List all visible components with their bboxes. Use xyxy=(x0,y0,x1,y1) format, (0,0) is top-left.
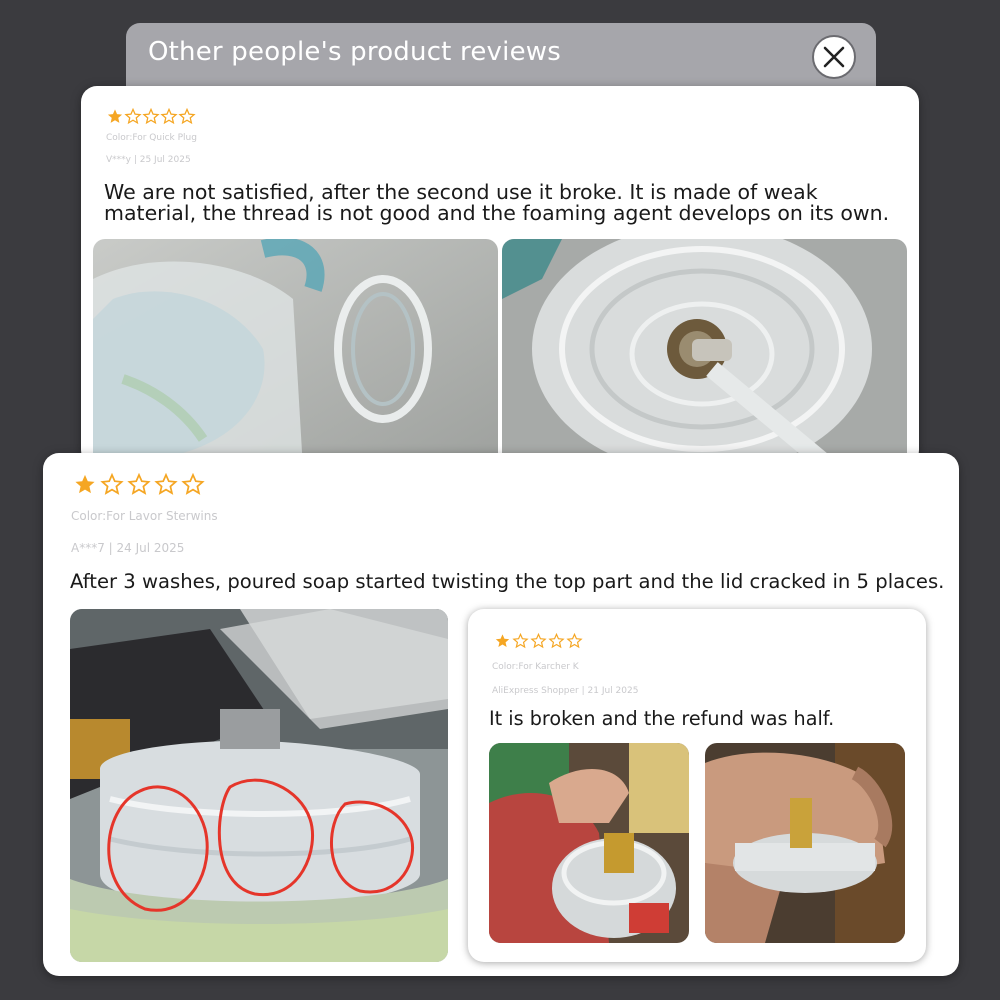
review-card: Color:For Karcher K AliExpress Shopper |… xyxy=(468,609,926,962)
modal-title: Other people's product reviews xyxy=(148,37,561,67)
review-author-date: V***y | 25 Jul 2025 xyxy=(106,155,191,165)
close-icon xyxy=(823,46,845,68)
star-rating xyxy=(106,108,196,125)
review-photo[interactable] xyxy=(705,743,905,943)
star-empty-icon xyxy=(566,633,583,649)
star-rating xyxy=(73,473,205,496)
star-empty-icon xyxy=(160,108,178,125)
hand-holding-lid-image xyxy=(489,743,689,943)
close-button[interactable] xyxy=(812,35,856,79)
broken-bottle-image xyxy=(93,239,498,466)
review-text: We are not satisfied, after the second u… xyxy=(104,180,890,225)
star-empty-icon xyxy=(548,633,565,649)
review-text: It is broken and the refund was half. xyxy=(489,707,835,730)
hand-holding-lid-side-image xyxy=(705,743,905,943)
lid-cracks-circled-image xyxy=(70,609,448,962)
review-photo[interactable] xyxy=(502,239,907,466)
star-filled-icon xyxy=(495,634,510,647)
star-filled-icon xyxy=(107,109,123,123)
star-rating xyxy=(494,633,583,649)
review-author-date: A***7 | 24 Jul 2025 xyxy=(71,541,185,555)
star-empty-icon xyxy=(178,108,196,125)
star-empty-icon xyxy=(530,633,547,649)
cracked-lid-image xyxy=(502,239,907,466)
star-empty-icon xyxy=(100,473,124,495)
review-photo[interactable] xyxy=(70,609,448,962)
star-empty-icon xyxy=(124,108,142,125)
star-filled-icon xyxy=(75,474,95,494)
review-photo[interactable] xyxy=(489,743,689,943)
review-text: After 3 washes, poured soap started twis… xyxy=(70,570,945,593)
review-card: Color:For Quick Plug V***y | 25 Jul 2025… xyxy=(81,86,919,466)
review-photo[interactable] xyxy=(93,239,498,466)
review-variant: Color:For Karcher K xyxy=(492,662,579,672)
star-empty-icon xyxy=(142,108,160,125)
review-variant: Color:For Lavor Sterwins xyxy=(71,509,218,523)
star-empty-icon xyxy=(127,473,151,495)
review-variant: Color:For Quick Plug xyxy=(106,133,197,143)
star-empty-icon xyxy=(154,473,178,495)
star-empty-icon xyxy=(512,633,529,649)
star-empty-icon xyxy=(181,473,205,495)
review-author-date: AliExpress Shopper | 21 Jul 2025 xyxy=(492,686,639,696)
